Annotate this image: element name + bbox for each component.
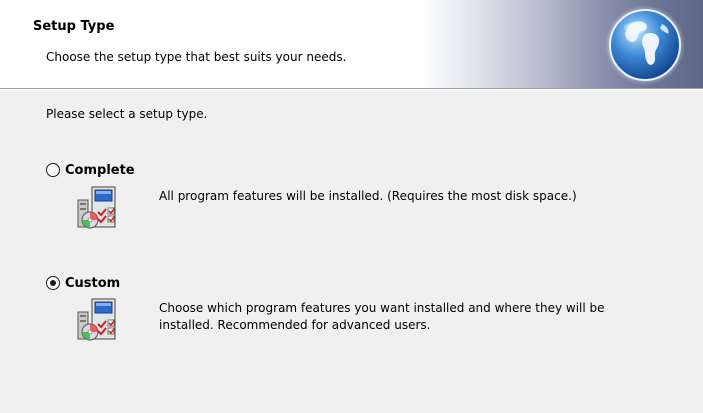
header-divider <box>0 88 703 90</box>
page-subtitle: Choose the setup type that best suits yo… <box>46 50 347 64</box>
custom-radio-button[interactable] <box>46 276 60 290</box>
complete-radio-button[interactable] <box>46 163 60 177</box>
page-title: Setup Type <box>33 19 115 34</box>
custom-option-label[interactable]: Custom <box>65 276 120 291</box>
custom-option[interactable]: Custom <box>46 273 120 293</box>
complete-option-label[interactable]: Complete <box>65 163 135 178</box>
header-banner <box>0 0 703 88</box>
complete-option-description: All program features will be installed. … <box>159 189 577 203</box>
select-prompt: Please select a setup type. <box>46 107 208 121</box>
complete-option[interactable]: Complete <box>46 160 135 180</box>
custom-option-description: Choose which program features you want i… <box>159 301 605 332</box>
setup-package-icon <box>77 298 116 341</box>
globe-icon <box>605 5 685 85</box>
setup-package-icon <box>77 186 116 229</box>
